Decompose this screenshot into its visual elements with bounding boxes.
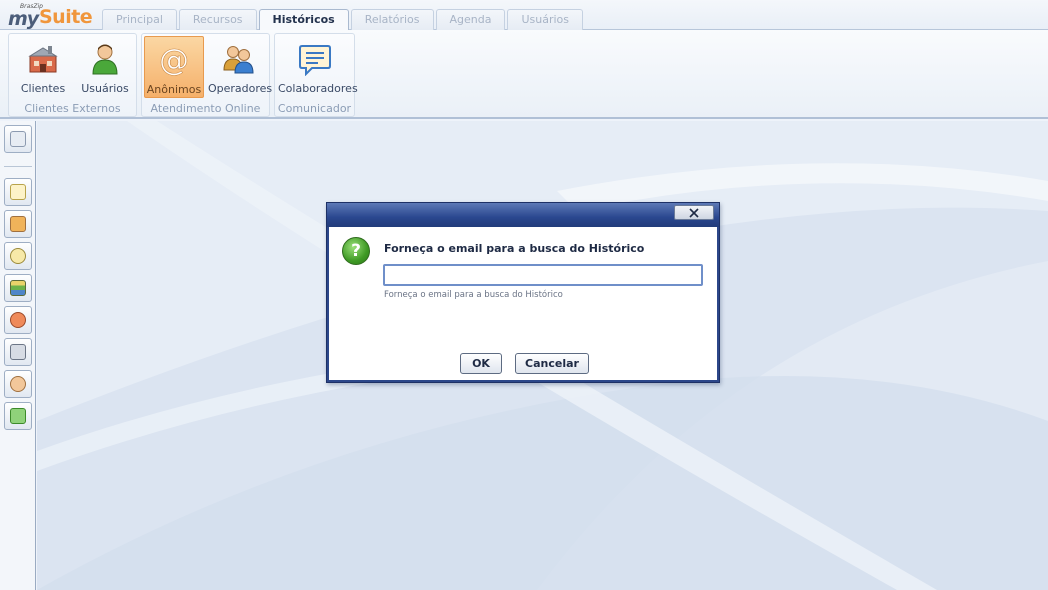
svg-text:@: @: [159, 43, 189, 77]
question-glyph: ?: [351, 241, 361, 261]
anonimos-label: Anônimos: [146, 83, 202, 96]
notepad-icon: [10, 184, 26, 200]
group-label-clientes-externos: Clientes Externos: [24, 102, 121, 115]
notepad-button[interactable]: [4, 178, 32, 206]
user-icon: [92, 44, 118, 75]
ribbon: Clientes Usuários Clientes Externos @ An…: [0, 30, 1048, 119]
clock-notes-button[interactable]: [4, 242, 32, 270]
question-icon: ?: [342, 237, 370, 265]
colaboradores-button[interactable]: Colaboradores: [278, 36, 358, 98]
app-logo: BrasZip my Suite: [8, 3, 100, 30]
chat-user-icon: [10, 312, 26, 328]
transfer-icon: [10, 408, 26, 424]
colaboradores-label: Colaboradores: [278, 82, 358, 95]
main-tabs: Principal Recursos Históricos Relatórios…: [102, 9, 584, 31]
building-icon: [28, 46, 58, 73]
support-agent-icon: [10, 376, 26, 392]
ribbon-group-clientes-externos: Clientes Usuários Clientes Externos: [8, 33, 137, 117]
chat-user-button[interactable]: [4, 306, 32, 334]
usuarios-button[interactable]: Usuários: [75, 36, 135, 98]
users-group-icon: [10, 216, 26, 232]
email-input[interactable]: [383, 264, 703, 286]
operadores-button[interactable]: Operadores: [208, 36, 273, 98]
at-sign-icon: @: [159, 43, 190, 77]
ribbon-group-comunicador: Colaboradores Comunicador: [274, 33, 358, 117]
left-toolbar: [0, 121, 36, 590]
chat-bubble-icon: [299, 45, 331, 76]
tab-agenda[interactable]: Agenda: [435, 9, 506, 30]
contacts-icon: [10, 131, 26, 147]
users-group-button[interactable]: [4, 210, 32, 238]
cancel-button[interactable]: Cancelar: [515, 353, 589, 374]
clock-notes-icon: [10, 248, 26, 264]
logo-suite: Suite: [39, 6, 93, 28]
support-agent-button[interactable]: [4, 370, 32, 398]
transfer-button[interactable]: [4, 402, 32, 430]
books-button[interactable]: [4, 274, 32, 302]
tab-principal[interactable]: Principal: [102, 9, 177, 30]
logo-my: my: [8, 8, 39, 30]
close-icon: [689, 208, 699, 218]
books-icon: [10, 280, 26, 296]
operators-icon: [223, 46, 254, 74]
operadores-label: Operadores: [208, 82, 273, 95]
ok-button[interactable]: OK: [460, 353, 502, 374]
dialog-close-button[interactable]: [674, 205, 714, 220]
tab-relatorios[interactable]: Relatórios: [350, 9, 434, 30]
contacts-button[interactable]: [4, 125, 32, 153]
newspaper-icon: [10, 344, 26, 360]
dialog-body: ? Forneça o email para a busca do Histór…: [327, 227, 719, 382]
usuarios-label: Usuários: [81, 82, 129, 95]
tab-historicos[interactable]: Históricos: [258, 9, 349, 31]
top-bar: BrasZip my Suite Principal Recursos Hist…: [0, 0, 1048, 31]
dialog-message: Forneça o email para a busca do Históric…: [384, 242, 645, 255]
dialog-hint: Forneça o email para a busca do Históric…: [384, 290, 563, 300]
email-search-dialog: ? Forneça o email para a busca do Histór…: [326, 202, 720, 383]
clientes-button[interactable]: Clientes: [13, 36, 73, 98]
clientes-label: Clientes: [20, 82, 66, 95]
tab-recursos[interactable]: Recursos: [178, 9, 257, 30]
anonimos-button[interactable]: @ Anônimos: [144, 36, 204, 98]
dialog-title-bar: [327, 203, 719, 227]
group-label-comunicador: Comunicador: [277, 102, 352, 115]
tab-usuarios[interactable]: Usuários: [507, 9, 584, 30]
group-label-atendimento-online: Atendimento Online: [150, 102, 261, 115]
newspaper-button[interactable]: [4, 338, 32, 366]
ribbon-group-atendimento-online: @ Anônimos Operadores Atendimento Online: [141, 33, 273, 117]
toolbar-separator: [4, 166, 32, 167]
